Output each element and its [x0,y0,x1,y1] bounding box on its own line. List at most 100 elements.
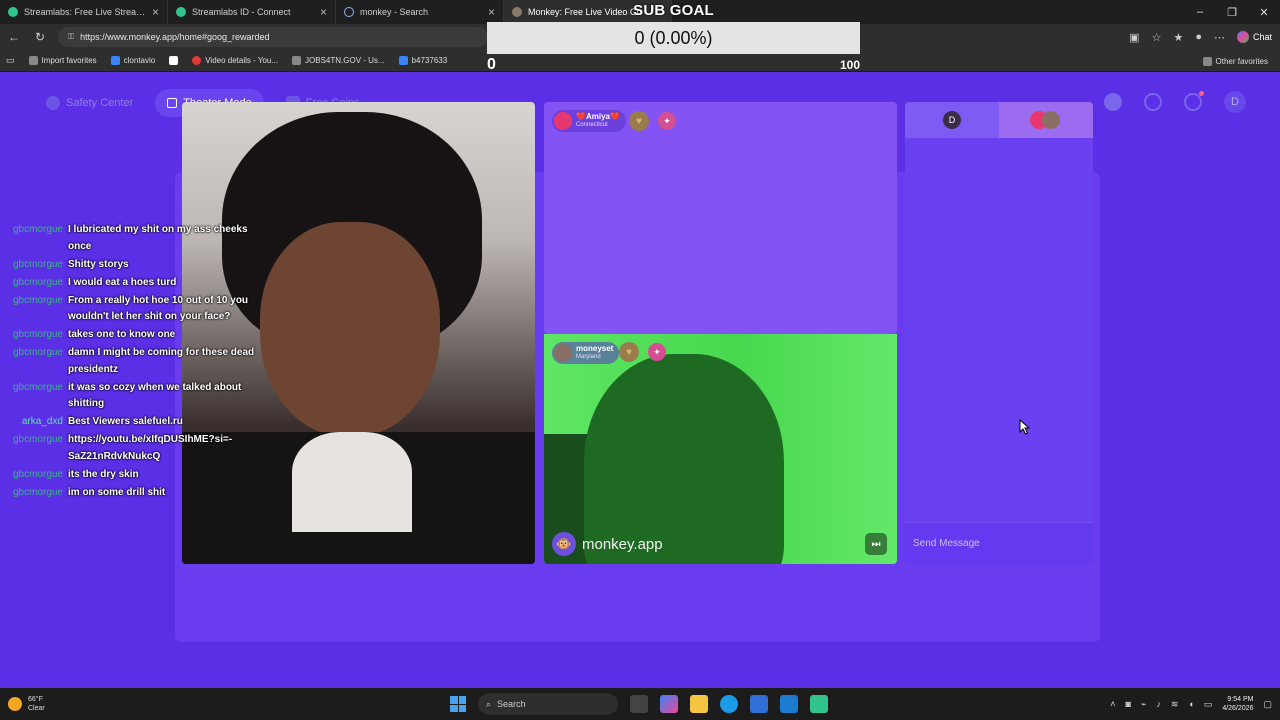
store-icon[interactable] [750,695,768,713]
tab-streamlabs-id[interactable]: Streamlabs ID - Connect × [168,0,336,24]
copilot-chat-button[interactable]: Chat [1236,31,1272,43]
windows-start-icon[interactable] [450,696,466,712]
chat-text: it was so cozy when we talked about shit… [68,381,242,410]
chat-tab-self[interactable]: D [905,102,999,138]
user-avatar[interactable]: D [1224,91,1246,113]
url-field[interactable]: ⚿ https://www.monkey.app/home#goog_rewar… [58,27,488,47]
clock[interactable]: 9:54 PM 4/26/2026 [1222,695,1253,713]
partner-video-1: ❤️Amiya❤️ Connecticut ♥ ✦ [544,102,897,334]
more-icon[interactable]: ⋯ [1214,31,1225,44]
back-icon[interactable]: ← [6,30,22,44]
import-icon [28,56,38,65]
send-message-input[interactable] [913,538,1085,549]
tab-title: Streamlabs: Free Live Streaming & [24,7,146,17]
bookmark-import[interactable]: Import favorites [28,56,97,65]
chat-text: I lubricated my shit on my ass cheeks on… [68,224,248,252]
bookmark-google[interactable] [169,56,179,65]
chat-message: gbcmorgue From a really hot hoe 10 out of… [6,293,256,326]
taskbar-search-label: Search [497,699,526,709]
nav-label: Safety Center [66,97,134,109]
edge-icon[interactable] [720,695,738,713]
heart-icon[interactable]: ♥ [629,111,649,131]
partner-1-avatar [554,112,572,130]
chat-message: gbcmorgue I would eat a hoes turd [6,275,256,292]
clock-time: 9:54 PM [1227,696,1254,703]
chat-username: gbcmorgue [12,329,63,340]
taskbar-apps: ⌕ Search [450,688,828,720]
skip-next-icon[interactable]: ⏭ [865,533,887,555]
chat-tabs: D [905,102,1093,138]
sub-goal-title: SUB GOAL [633,2,714,19]
watermark-text: monkey.app [582,535,663,553]
sidebar-toggle-icon[interactable]: ▭ [6,55,15,66]
gift-icon[interactable]: ✦ [658,112,676,130]
search-icon: ⌕ [486,698,492,709]
close-icon[interactable]: × [320,5,327,19]
weather-condition: Clear [28,705,45,712]
chat-text: its the dry skin [68,468,139,480]
chat-username: gbcmorgue [12,381,63,393]
network-icon[interactable]: ⌁ [1141,699,1146,710]
partner-2-location: Maryland [576,354,601,360]
bookmark-label: b4737633 [411,56,448,65]
other-favorites[interactable]: Other favorites [1202,50,1268,72]
favorite-star-icon[interactable]: ☆ [1152,31,1162,44]
partner-2-name: moneyset [576,344,614,353]
monkey-logo-icon: 🐵 [552,532,576,556]
microphone-icon[interactable]: ♪ [1156,699,1161,709]
bookmark-b4737633[interactable]: b4737633 [398,56,448,65]
gift-icon[interactable]: ✦ [648,343,666,361]
apps-icon[interactable]: ▣ [1129,31,1139,44]
youtube-icon [192,56,202,65]
safety-center-button[interactable]: Safety Center [34,89,145,117]
chat-username: gbcmorgue [12,434,63,445]
tray-app-icon[interactable]: ◙ [1125,699,1130,709]
bookmark-label: Other favorites [1215,56,1268,66]
bookmark-clontavio[interactable]: clontavio [110,56,155,65]
volume-icon[interactable]: ◖ [1188,699,1193,709]
self-avatar: D [943,111,961,129]
close-window-icon[interactable]: ✕ [1248,0,1280,24]
heart-icon[interactable]: ♥ [619,342,639,362]
notifications-icon[interactable]: ▢ [1263,699,1272,710]
task-view-icon[interactable] [630,695,648,713]
taskbar-search[interactable]: ⌕ Search [478,693,618,715]
bookmark-jobs4tn[interactable]: JOBS4TN.GOV - Us... [292,56,385,65]
weather-widget[interactable]: 66°F Clear [8,688,45,720]
chat-message: gbcmorgue its the dry skin [6,467,256,484]
profile-silhouette-icon[interactable] [1104,93,1122,111]
tab-streamlabs[interactable]: Streamlabs: Free Live Streaming & × [0,0,168,24]
chat-tab-partners[interactable] [999,102,1093,138]
refresh-icon[interactable]: ↻ [32,30,48,44]
partner-1-tag[interactable]: ❤️Amiya❤️ Connecticut [552,110,626,132]
close-icon[interactable]: × [152,5,159,19]
chat-message: arka_dxd Best Viewers salefuel.ru [6,414,256,431]
outlook-icon[interactable] [780,695,798,713]
browser-toolbar-icons: ▣ ☆ ★ ● ⋯ Chat [1129,24,1272,50]
site-icon [398,56,408,65]
messages-icon[interactable] [1184,91,1204,111]
google-icon [169,56,179,65]
weather-moon-icon [8,697,22,711]
bookmark-youtube[interactable]: Video details - You... [192,56,278,65]
bookmark-label: Video details - You... [205,56,279,65]
partner-2-tag[interactable]: moneyset Maryland [552,342,620,364]
monkey-watermark: 🐵 monkey.app [552,532,663,556]
chat-message: gbcmorgue takes one to know one [6,327,256,344]
expand-icon [167,98,178,108]
battery-icon[interactable]: ▭ [1204,699,1213,710]
chat-username: gbcmorgue [12,294,63,306]
partner-1-location: Connecticut [576,122,608,128]
chevron-up-icon[interactable]: ˄ [1110,699,1115,709]
history-clock-icon[interactable] [1144,93,1162,111]
partner-video-2: moneyset Maryland ♥ ✦ [544,334,897,564]
copilot-app-icon[interactable] [660,695,678,713]
tab-monkey-search[interactable]: monkey - Search × [336,0,504,24]
streamlabs-app-icon[interactable] [810,695,828,713]
wifi-icon[interactable]: ≋ [1171,699,1179,710]
favorites-icon[interactable]: ★ [1173,31,1183,44]
profile-icon[interactable]: ● [1195,31,1202,43]
minimize-icon[interactable]: – [1184,0,1216,24]
restore-icon[interactable]: ❐ [1216,0,1248,24]
file-explorer-icon[interactable] [690,695,708,713]
